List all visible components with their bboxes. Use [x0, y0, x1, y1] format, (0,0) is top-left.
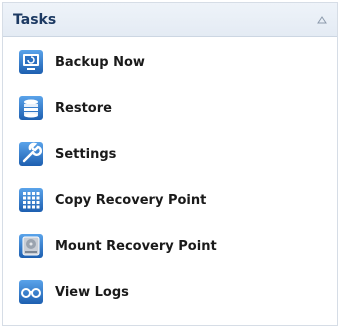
- task-label: Restore: [55, 100, 112, 116]
- task-restore[interactable]: Restore: [3, 85, 337, 131]
- panel-title: Tasks: [13, 11, 57, 28]
- task-label: Settings: [55, 146, 117, 162]
- task-settings[interactable]: Settings: [3, 131, 337, 177]
- drive-mount-icon: [15, 230, 47, 262]
- task-label: Backup Now: [55, 54, 145, 70]
- tasks-panel: Tasks Backup Now Restore Settings Copy R…: [2, 2, 338, 326]
- task-copy-recovery-point[interactable]: Copy Recovery Point: [3, 177, 337, 223]
- task-label: View Logs: [55, 284, 129, 300]
- glasses-icon: [15, 276, 47, 308]
- task-backup-now[interactable]: Backup Now: [3, 39, 337, 85]
- tasks-panel-header[interactable]: Tasks: [3, 3, 337, 37]
- task-label: Copy Recovery Point: [55, 192, 207, 208]
- backup-monitor-icon: [15, 46, 47, 78]
- grid-copy-icon: [15, 184, 47, 216]
- chevron-up-icon[interactable]: [315, 13, 329, 27]
- task-list: Backup Now Restore Settings Copy Recover…: [3, 37, 337, 315]
- restore-database-icon: [15, 92, 47, 124]
- task-label: Mount Recovery Point: [55, 238, 217, 254]
- wrench-icon: [15, 138, 47, 170]
- task-mount-recovery-point[interactable]: Mount Recovery Point: [3, 223, 337, 269]
- task-view-logs[interactable]: View Logs: [3, 269, 337, 315]
